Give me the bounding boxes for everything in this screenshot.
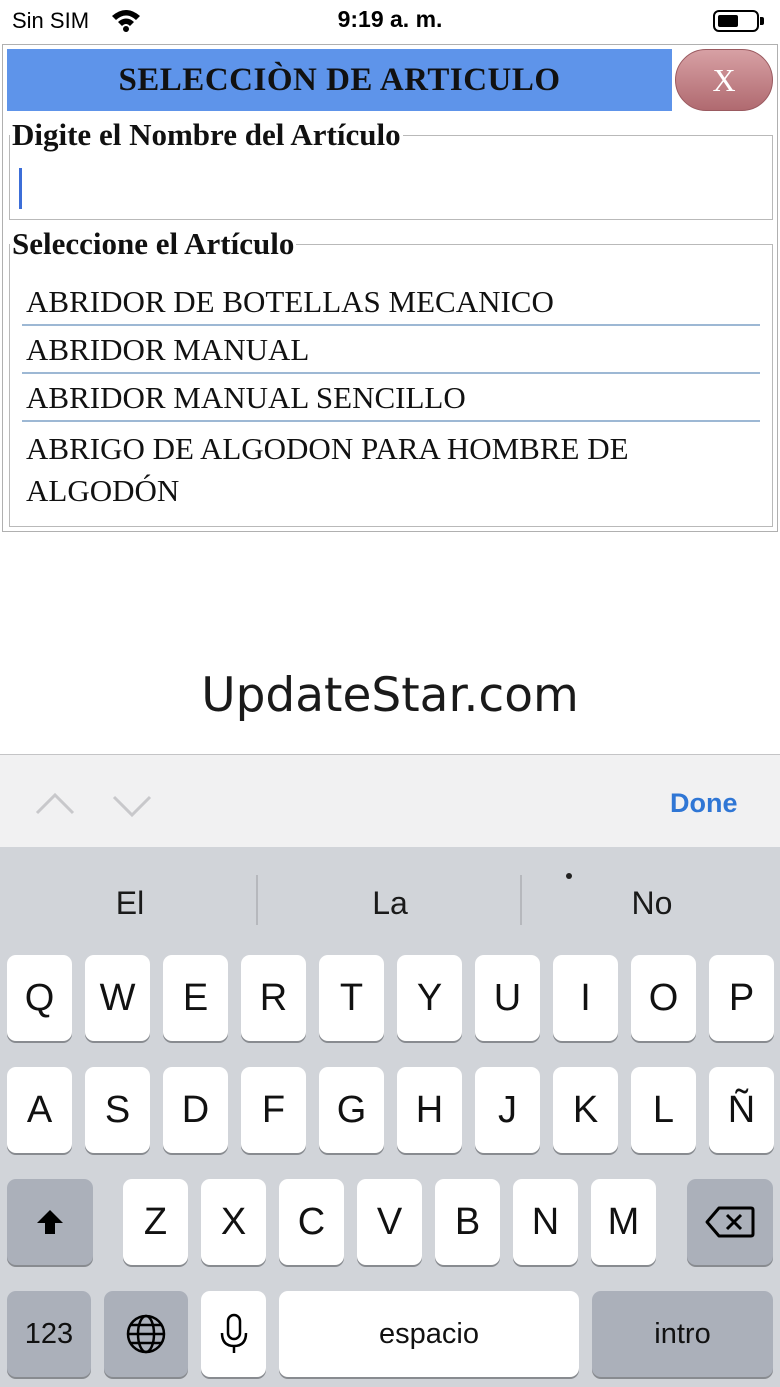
keyboard-accessory-bar: Done: [0, 754, 780, 847]
return-key[interactable]: intro: [592, 1291, 773, 1377]
close-label: X: [712, 61, 736, 98]
article-list[interactable]: ABRIDOR DE BOTELLAS MECANICO ABRIDOR MAN…: [22, 278, 760, 524]
key-f[interactable]: F: [241, 1067, 306, 1153]
key-z[interactable]: Z: [123, 1179, 188, 1265]
key-m[interactable]: M: [591, 1179, 656, 1265]
key-g[interactable]: G: [319, 1067, 384, 1153]
keyboard: El La No Q W E R T Y U I O P A S D F G H…: [0, 847, 780, 1387]
key-j[interactable]: J: [475, 1067, 540, 1153]
key-n[interactable]: N: [513, 1179, 578, 1265]
key-w[interactable]: W: [85, 955, 150, 1041]
list-label: Seleccione el Artículo: [12, 226, 295, 261]
battery-icon: [713, 10, 764, 32]
shift-icon: [37, 1210, 63, 1234]
close-button[interactable]: X: [675, 49, 773, 111]
key-x[interactable]: X: [201, 1179, 266, 1265]
key-l[interactable]: L: [631, 1067, 696, 1153]
suggestion-2[interactable]: La: [260, 885, 520, 922]
battery-fill: [718, 15, 738, 27]
status-bar: Sin SIM 9:19 a. m.: [0, 0, 780, 44]
watermark-text: UpdateStar.com: [201, 668, 579, 723]
key-v[interactable]: V: [357, 1179, 422, 1265]
done-button[interactable]: Done: [670, 788, 738, 819]
key-i[interactable]: I: [553, 955, 618, 1041]
suggestion-3[interactable]: No: [522, 885, 780, 922]
list-item[interactable]: ABRIDOR MANUAL: [22, 326, 760, 374]
key-q[interactable]: Q: [7, 955, 72, 1041]
text-caret: [19, 168, 22, 209]
backspace-icon: [705, 1206, 755, 1238]
globe-key[interactable]: [104, 1291, 188, 1377]
key-h[interactable]: H: [397, 1067, 462, 1153]
article-name-input[interactable]: [18, 162, 762, 212]
key-c[interactable]: C: [279, 1179, 344, 1265]
chevron-down-icon[interactable]: [112, 785, 152, 825]
globe-icon: [126, 1314, 166, 1354]
list-item[interactable]: ABRIDOR MANUAL SENCILLO: [22, 374, 760, 422]
key-a[interactable]: A: [7, 1067, 72, 1153]
key-y[interactable]: Y: [397, 955, 462, 1041]
microphone-icon: [220, 1313, 247, 1353]
chevron-up-icon[interactable]: [35, 785, 75, 825]
key-d[interactable]: D: [163, 1067, 228, 1153]
suggestion-dot: [566, 873, 572, 879]
suggestion-divider: [256, 875, 258, 925]
key-enye[interactable]: Ñ: [709, 1067, 774, 1153]
key-o[interactable]: O: [631, 955, 696, 1041]
suggestion-1[interactable]: El: [0, 885, 260, 922]
shift-key[interactable]: [7, 1179, 93, 1265]
name-label: Digite el Nombre del Artículo: [12, 117, 401, 152]
dialog-title: SELECCIÒN DE ARTICULO: [118, 61, 561, 98]
space-key[interactable]: espacio: [279, 1291, 579, 1377]
dictation-key[interactable]: [201, 1291, 266, 1377]
key-k[interactable]: K: [553, 1067, 618, 1153]
key-u[interactable]: U: [475, 955, 540, 1041]
battery-nub: [760, 17, 764, 25]
clock: 9:19 a. m.: [337, 6, 443, 32]
backspace-key[interactable]: [687, 1179, 773, 1265]
key-e[interactable]: E: [163, 955, 228, 1041]
key-t[interactable]: T: [319, 955, 384, 1041]
list-item[interactable]: ABRIGO DE ALGODON PARA HOMBRE DE ALGODÓN: [22, 422, 760, 512]
dialog-title-bar: SELECCIÒN DE ARTICULO: [7, 49, 672, 111]
key-b[interactable]: B: [435, 1179, 500, 1265]
numbers-key[interactable]: 123: [7, 1291, 91, 1377]
key-p[interactable]: P: [709, 955, 774, 1041]
key-r[interactable]: R: [241, 955, 306, 1041]
list-item[interactable]: ABRIDOR DE BOTELLAS MECANICO: [22, 278, 760, 326]
key-s[interactable]: S: [85, 1067, 150, 1153]
